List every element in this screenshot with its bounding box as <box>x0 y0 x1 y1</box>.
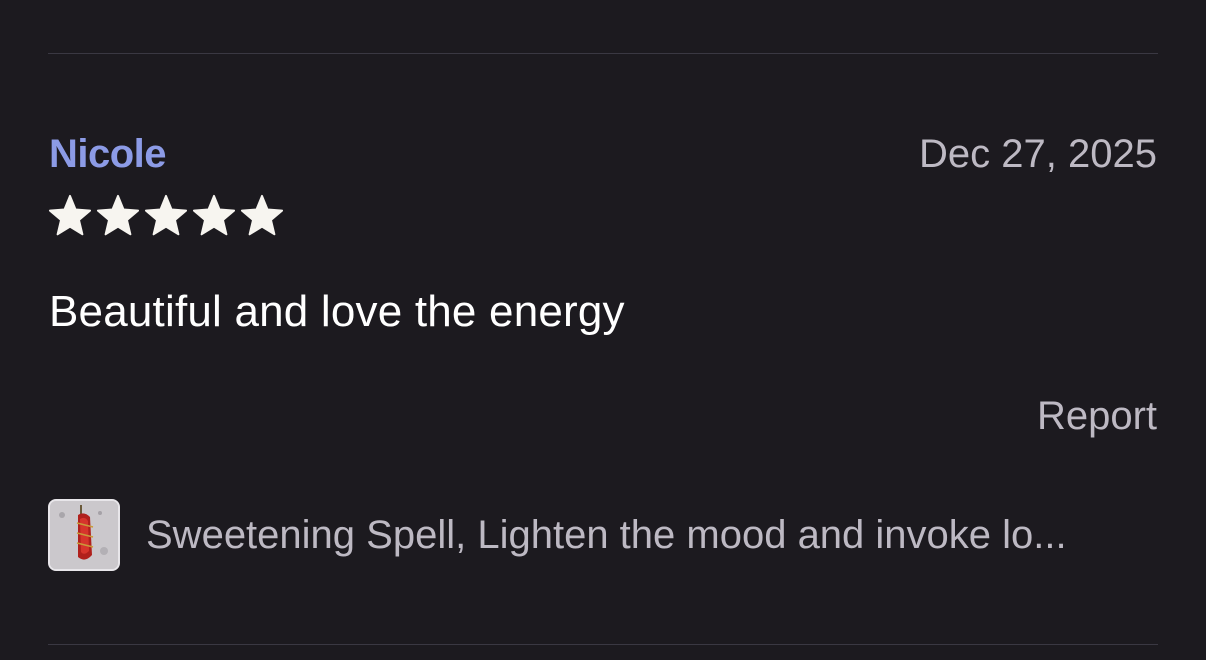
bottom-divider <box>48 644 1158 645</box>
review-text: Beautiful and love the energy <box>49 287 625 336</box>
star-icon <box>192 194 236 236</box>
top-divider <box>48 53 1158 54</box>
review-card: Nicole Dec 27, 2025 Beautiful and love t… <box>0 0 1206 660</box>
star-icon <box>48 194 92 236</box>
product-thumbnail[interactable] <box>48 499 120 571</box>
reviewer-name[interactable]: Nicole <box>49 130 167 178</box>
crystal-pendant-icon <box>50 501 118 569</box>
reviewed-product-link[interactable]: Sweetening Spell, Lighten the mood and i… <box>48 497 1158 573</box>
star-icon <box>240 194 284 236</box>
star-icon <box>144 194 188 236</box>
product-title[interactable]: Sweetening Spell, Lighten the mood and i… <box>146 511 1067 559</box>
star-icon <box>96 194 140 236</box>
report-button[interactable]: Report <box>1037 392 1157 440</box>
review-date: Dec 27, 2025 <box>919 132 1157 176</box>
star-rating <box>47 193 285 237</box>
